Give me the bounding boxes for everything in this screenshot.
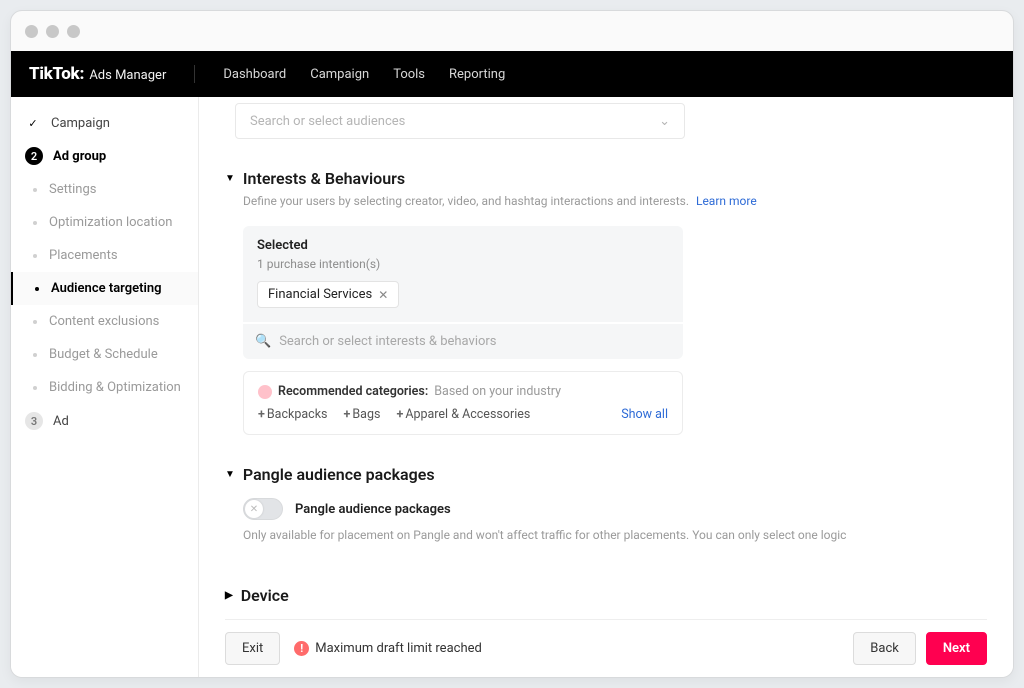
reco-add-apparel[interactable]: +Apparel & Accessories [396,407,530,422]
sidebar: ✓ Campaign 2 Ad group Settings Optimizat… [11,97,199,677]
footer-bar: Exit ! Maximum draft limit reached Back … [225,619,987,677]
plus-icon: + [258,407,265,422]
sub-budget-schedule[interactable]: Budget & Schedule [11,338,198,371]
sub-bidding-optimization[interactable]: Bidding & Optimization [11,371,198,404]
learn-more-link[interactable]: Learn more [696,194,757,208]
nav-reporting[interactable]: Reporting [449,67,505,82]
section-title: Device [241,586,289,605]
section-title: Interests & Behaviours [243,169,405,188]
reco-item-label: Backpacks [267,407,328,422]
reco-basis: Based on your industry [434,384,561,399]
section-pangle-toggle[interactable]: ▼ Pangle audience packages [225,465,987,484]
window-dot [25,25,38,38]
audiences-select[interactable]: Search or select audiences ⌄ [235,103,685,139]
pangle-toggle[interactable]: ✕ [243,498,283,520]
selected-label: Selected [257,238,669,253]
pangle-note: Only available for placement on Pangle a… [243,528,883,542]
nav-tools[interactable]: Tools [393,67,425,82]
toggle-knob: ✕ [245,500,263,518]
back-button[interactable]: Back [853,632,916,665]
exit-button[interactable]: Exit [225,632,280,665]
window-dot [67,25,80,38]
footer-right: Back Next [853,632,987,665]
top-nav: TikTok: Ads Manager Dashboard Campaign T… [11,51,1013,97]
reco-add-bags[interactable]: +Bags [344,407,381,422]
footer-left: Exit ! Maximum draft limit reached [225,632,482,665]
chevron-down-icon: ⌄ [659,114,670,129]
reco-label: Recommended categories: [278,384,428,399]
caret-down-icon: ▼ [225,173,235,184]
nav-separator [194,65,195,83]
selected-chip: Financial Services ✕ [257,281,399,308]
section-device-toggle[interactable]: ▶ Device [225,586,987,605]
sparkle-icon [258,385,272,399]
selected-count: 1 purchase intention(s) [257,257,669,271]
search-icon: 🔍 [255,334,271,349]
section-subtitle: Define your users by selecting creator, … [243,194,987,208]
caret-down-icon: ▼ [225,469,235,480]
interests-search[interactable]: 🔍 Search or select interests & behaviors [243,322,683,359]
brand-sep: : [79,64,84,84]
show-all-link[interactable]: Show all [621,407,668,422]
warning-text: Maximum draft limit reached [315,641,482,656]
sub-placements[interactable]: Placements [11,239,198,272]
chip-label: Financial Services [268,287,372,302]
brand-sub: Ads Manager [89,68,166,83]
step-label: Ad group [53,149,106,164]
step-label: Campaign [51,116,110,131]
window-dot [46,25,59,38]
app-window: TikTok: Ads Manager Dashboard Campaign T… [10,10,1014,678]
main-panel: Search or select audiences ⌄ ▼ Interests… [199,97,1013,677]
section-sub-text: Define your users by selecting creator, … [243,194,689,208]
step-number-icon: 2 [25,147,43,165]
pangle-toggle-label: Pangle audience packages [295,502,451,517]
sub-settings[interactable]: Settings [11,173,198,206]
plus-icon: + [396,407,403,422]
chip-remove-icon[interactable]: ✕ [378,288,388,302]
caret-right-icon: ▶ [225,590,233,601]
step-adgroup[interactable]: 2 Ad group [11,139,198,173]
next-button[interactable]: Next [926,632,987,665]
reco-add-backpacks[interactable]: +Backpacks [258,407,328,422]
reco-item-label: Bags [352,407,380,422]
plus-icon: + [344,407,351,422]
recommended-heading: Recommended categories: Based on your in… [258,384,668,399]
sub-optimization[interactable]: Optimization location [11,206,198,239]
check-icon: ✓ [25,115,41,131]
content-area: ✓ Campaign 2 Ad group Settings Optimizat… [11,97,1013,677]
draft-warning: ! Maximum draft limit reached [294,641,482,656]
step-number-icon: 3 [25,412,43,430]
sub-content-exclusions[interactable]: Content exclusions [11,305,198,338]
step-label: Ad [53,414,69,429]
brand-name: TikTok [29,64,79,84]
nav-campaign[interactable]: Campaign [310,67,369,82]
section-interests-toggle[interactable]: ▼ Interests & Behaviours [225,169,987,188]
audiences-placeholder: Search or select audiences [250,114,405,129]
pangle-toggle-row: ✕ Pangle audience packages [243,498,987,520]
warning-icon: ! [294,641,309,656]
selected-box: Selected 1 purchase intention(s) Financi… [243,226,683,322]
nav-dashboard[interactable]: Dashboard [223,67,286,82]
interests-search-placeholder: Search or select interests & behaviors [279,334,496,349]
recommended-items: +Backpacks +Bags +Apparel & Accessories [258,407,668,422]
sub-audience-targeting[interactable]: Audience targeting [11,272,198,305]
recommended-box: Recommended categories: Based on your in… [243,371,683,435]
step-campaign[interactable]: ✓ Campaign [11,107,198,139]
window-titlebar [11,11,1013,51]
section-title: Pangle audience packages [243,465,435,484]
brand: TikTok: Ads Manager [29,64,166,84]
reco-item-label: Apparel & Accessories [405,407,530,422]
step-ad[interactable]: 3 Ad [11,404,198,438]
